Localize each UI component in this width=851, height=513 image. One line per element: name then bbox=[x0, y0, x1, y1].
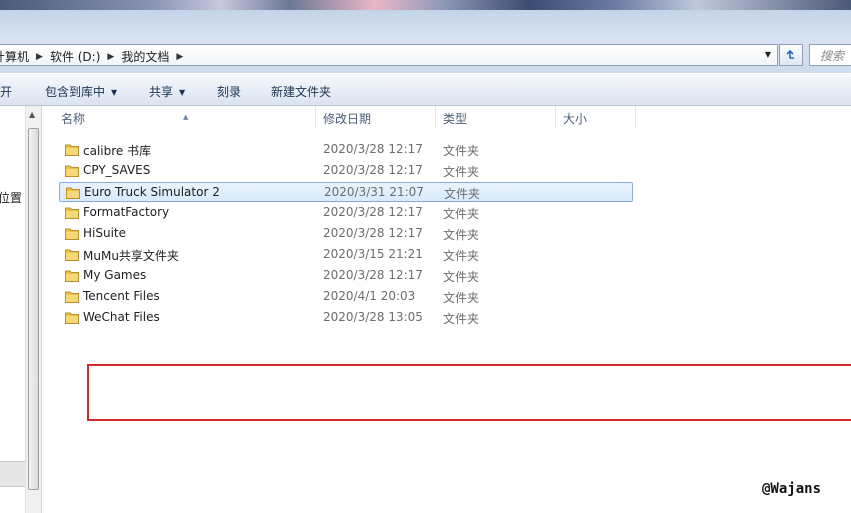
breadcrumb-my-documents[interactable]: 我的文档 bbox=[119, 48, 171, 65]
folder-icon bbox=[66, 187, 80, 199]
file-modified-date: 2020/3/28 12:17 bbox=[323, 205, 423, 219]
file-modified-date: 2020/3/15 21:21 bbox=[323, 247, 423, 261]
highlight-annotation-box bbox=[87, 364, 851, 421]
file-type: 文件夹 bbox=[443, 249, 480, 263]
column-header-date-label: 修改日期 bbox=[323, 112, 372, 126]
column-header-size[interactable]: 大小 bbox=[556, 106, 636, 128]
file-row[interactable]: CPY_SAVES 2020/3/28 12:17 文件夹 bbox=[59, 161, 633, 181]
address-bar[interactable]: 计算机 ▶ 软件 (D:) ▶ 我的文档 ▶ ▼ bbox=[0, 44, 778, 66]
file-row[interactable]: Euro Truck Simulator 2 2020/3/31 21:07 文件夹 bbox=[59, 182, 633, 202]
file-type: 文件夹 bbox=[443, 207, 480, 221]
file-name: FormatFactory bbox=[83, 205, 170, 219]
navigation-pane: 位置 bbox=[0, 106, 25, 513]
nav-item-label[interactable]: 位置 bbox=[0, 189, 22, 206]
file-type: 文件夹 bbox=[443, 270, 480, 284]
file-modified-date: 2020/3/28 12:17 bbox=[323, 226, 423, 240]
file-name: My Games bbox=[83, 268, 147, 282]
file-row[interactable]: HiSuite 2020/3/28 12:17 文件夹 bbox=[59, 224, 633, 244]
file-name: Tencent Files bbox=[83, 289, 160, 303]
file-row[interactable]: calibre 书库 2020/3/28 12:17 文件夹 bbox=[59, 140, 633, 160]
file-name: MuMu共享文件夹 bbox=[83, 249, 179, 263]
chevron-down-icon: ▼ bbox=[179, 88, 186, 97]
file-row[interactable]: FormatFactory 2020/3/28 12:17 文件夹 bbox=[59, 203, 633, 223]
search-input[interactable]: 搜索 bbox=[809, 44, 851, 66]
file-type: 文件夹 bbox=[443, 312, 480, 326]
file-row[interactable]: My Games 2020/3/28 12:17 文件夹 bbox=[59, 266, 633, 286]
file-modified-date: 2020/3/28 12:17 bbox=[323, 163, 423, 177]
nav-pane-scrollbar[interactable]: ▲ bbox=[25, 106, 42, 513]
folder-icon bbox=[65, 228, 79, 240]
file-type: 文件夹 bbox=[443, 144, 480, 158]
folder-icon bbox=[65, 291, 79, 303]
file-row[interactable]: WeChat Files 2020/3/28 13:05 文件夹 bbox=[59, 308, 633, 328]
folder-icon bbox=[65, 144, 79, 156]
file-type: 文件夹 bbox=[443, 291, 480, 305]
desktop-wallpaper-strip bbox=[0, 0, 851, 10]
folder-icon bbox=[65, 249, 79, 261]
open-button[interactable]: 打开 bbox=[0, 83, 12, 100]
refresh-button[interactable] bbox=[779, 44, 803, 66]
file-modified-date: 2020/3/28 13:05 bbox=[323, 310, 423, 324]
column-header-name-label: 名称 bbox=[61, 112, 86, 126]
breadcrumb-arrow-icon[interactable]: ▶ bbox=[171, 52, 188, 62]
burn-button[interactable]: 刻录 bbox=[217, 83, 241, 100]
folder-icon bbox=[65, 270, 79, 282]
folder-icon bbox=[65, 165, 79, 177]
breadcrumb-drive-d[interactable]: 软件 (D:) bbox=[48, 48, 102, 65]
include-in-library-label: 包含到库中 bbox=[45, 85, 106, 99]
file-name: Euro Truck Simulator 2 bbox=[84, 185, 220, 199]
file-name: WeChat Files bbox=[83, 310, 160, 324]
file-modified-date: 2020/3/28 12:17 bbox=[323, 268, 423, 282]
column-header-type-label: 类型 bbox=[443, 112, 468, 126]
command-bar: 打开 包含到库中 ▼ 共享 ▼ 刻录 新建文件夹 bbox=[0, 73, 851, 106]
file-type: 文件夹 bbox=[444, 187, 481, 201]
file-modified-date: 2020/3/28 12:17 bbox=[323, 142, 423, 156]
column-header-size-label: 大小 bbox=[563, 112, 588, 126]
file-type: 文件夹 bbox=[443, 165, 480, 179]
file-row[interactable]: Tencent Files 2020/4/1 20:03 文件夹 bbox=[59, 287, 633, 307]
breadcrumb: 计算机 ▶ 软件 (D:) ▶ 我的文档 ▶ bbox=[0, 48, 188, 65]
address-history-chevron-down-icon[interactable]: ▼ bbox=[762, 48, 774, 62]
nav-pane-section bbox=[0, 461, 25, 487]
file-row[interactable]: MuMu共享文件夹 2020/3/15 21:21 文件夹 bbox=[59, 245, 633, 265]
new-folder-button[interactable]: 新建文件夹 bbox=[271, 83, 331, 100]
column-header-type[interactable]: 类型 bbox=[436, 106, 556, 128]
chevron-down-icon: ▼ bbox=[111, 88, 118, 97]
scroll-up-arrow-icon[interactable]: ▲ bbox=[29, 110, 35, 119]
file-name: HiSuite bbox=[83, 226, 127, 240]
share-button[interactable]: 共享 ▼ bbox=[149, 83, 185, 100]
file-list-pane: 名称 ▲ 修改日期 类型 大小 calibre 书库 2020/3/28 12:1… bbox=[42, 106, 851, 513]
share-label: 共享 bbox=[149, 85, 174, 99]
file-name: CPY_SAVES bbox=[83, 163, 151, 177]
watermark: @Wajans bbox=[762, 481, 822, 497]
column-header-date[interactable]: 修改日期 bbox=[316, 106, 436, 128]
sort-ascending-icon: ▲ bbox=[183, 113, 189, 121]
scrollbar-thumb[interactable] bbox=[28, 128, 39, 490]
breadcrumb-arrow-icon[interactable]: ▶ bbox=[102, 52, 119, 62]
column-header-name[interactable]: 名称 ▲ bbox=[42, 106, 316, 128]
breadcrumb-computer[interactable]: 计算机 bbox=[0, 48, 31, 65]
breadcrumb-arrow-icon[interactable]: ▶ bbox=[31, 52, 48, 62]
folder-icon bbox=[65, 207, 79, 219]
file-modified-date: 2020/4/1 20:03 bbox=[323, 289, 416, 303]
folder-icon bbox=[65, 312, 79, 324]
file-type: 文件夹 bbox=[443, 228, 480, 242]
refresh-icon bbox=[786, 49, 794, 59]
include-in-library-button[interactable]: 包含到库中 ▼ bbox=[45, 83, 117, 100]
file-name: calibre 书库 bbox=[83, 144, 152, 158]
file-modified-date: 2020/3/31 21:07 bbox=[324, 185, 424, 199]
